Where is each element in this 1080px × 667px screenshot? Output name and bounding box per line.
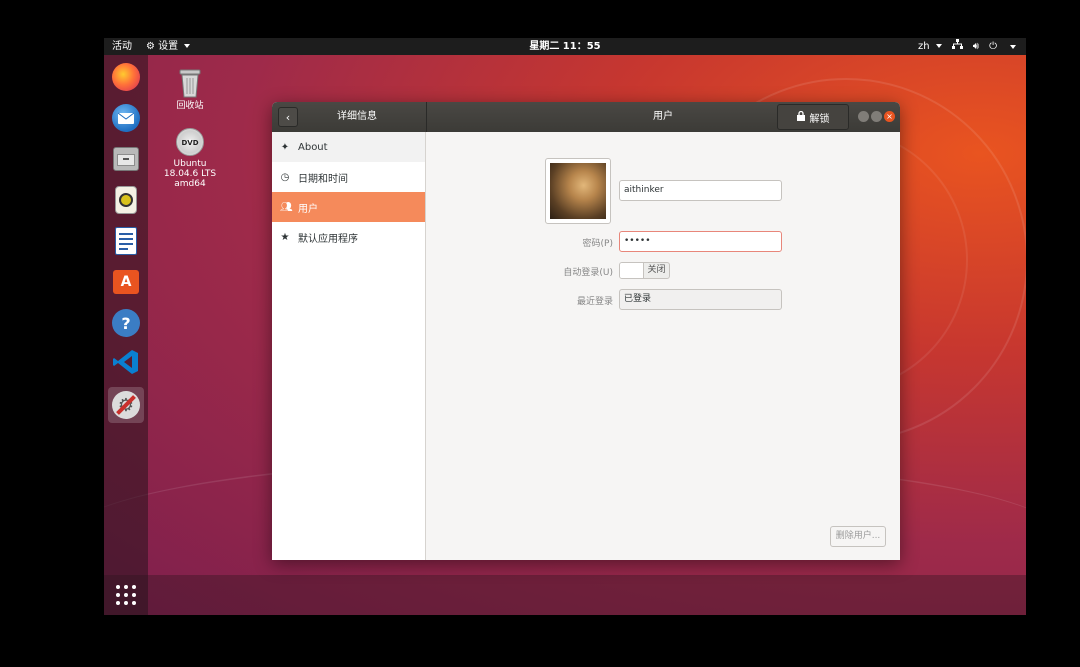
desktop-screen: 活动 ⚙ 设置 星期二 11：55 zh 🔊︎ ⏻ A ? 回收站 DVD Ub… [104, 38, 1026, 615]
remove-user-button[interactable]: 删除用户... [830, 526, 886, 547]
clock-icon: ◷ [280, 171, 290, 183]
power-icon[interactable]: ⏻ [989, 38, 997, 55]
minimize-button[interactable] [858, 111, 869, 122]
username-field[interactable]: aithinker [619, 180, 782, 201]
chevron-left-icon: ‹ [285, 110, 291, 124]
dock-help[interactable]: ? [108, 305, 144, 341]
vscode-icon [112, 348, 140, 380]
autologin-toggle[interactable]: 关闭 [619, 262, 670, 279]
lock-icon [796, 110, 805, 124]
autologin-state: 关闭 [647, 265, 666, 275]
desktop-trash[interactable]: 回收站 [160, 68, 220, 111]
sidebar-item-about[interactable]: ✦ About [272, 132, 425, 162]
input-method-label: zh [917, 41, 930, 52]
dock-rhythmbox[interactable] [108, 182, 144, 218]
back-button[interactable]: ‹ [278, 107, 298, 127]
window-titlebar[interactable]: 详细信息 ‹ 用户 解锁 × [272, 102, 900, 132]
system-menu-chevron-icon[interactable] [1010, 44, 1016, 49]
trash-icon [179, 68, 201, 98]
desktop-dvd[interactable]: DVD Ubuntu 18.04.6 LTS amd64 [160, 128, 220, 189]
unlock-button[interactable]: 解锁 [777, 104, 849, 130]
dock-firefox[interactable] [108, 59, 144, 95]
password-label: 密码(P) [582, 239, 613, 249]
dock-software[interactable]: A [108, 264, 144, 300]
sidebar-item-default-apps[interactable]: ★ 默认应用程序 [272, 222, 425, 252]
sidebar-item-users[interactable]: 👥︎ 用户 [272, 192, 425, 222]
close-button[interactable]: × [884, 111, 895, 122]
libreoffice-writer-icon [115, 227, 137, 255]
settings-window: 详细信息 ‹ 用户 解锁 × ✦ About ◷ 日期和时间 👥︎ 用户 ★ 默… [272, 102, 900, 560]
sidebar-item-label: About [298, 141, 328, 153]
user-avatar[interactable] [545, 158, 611, 224]
close-icon: × [886, 112, 893, 121]
dvd-label-line3: amd64 [174, 179, 206, 189]
last-login-label: 最近登录 [576, 297, 613, 307]
thunderbird-icon [112, 104, 140, 132]
top-bar: 活动 ⚙ 设置 星期二 11：55 zh 🔊︎ ⏻ [104, 38, 1026, 55]
last-login-value[interactable]: 已登录 [619, 289, 782, 310]
input-method-menu[interactable]: zh [918, 38, 942, 55]
autologin-label: 自动登录(U) [563, 268, 613, 278]
trash-label: 回收站 [176, 101, 204, 111]
users-icon: 👥︎ [280, 201, 293, 213]
sidebar-item-label: 日期和时间 [298, 173, 348, 185]
show-applications-button[interactable] [114, 583, 138, 607]
password-field[interactable]: ••••• [619, 231, 782, 252]
chevron-down-icon [935, 44, 942, 48]
dvd-label-line2: 18.04.6 LTS [163, 169, 217, 179]
dvd-icon: DVD [176, 128, 204, 156]
unlock-label: 解锁 [809, 113, 830, 125]
rhythmbox-icon [115, 186, 137, 214]
dock-files[interactable] [108, 141, 144, 177]
sidebar-item-label: 默认应用程序 [298, 233, 358, 245]
network-icon[interactable] [951, 38, 963, 55]
dock-settings[interactable]: ⚙ [108, 387, 144, 423]
bottom-strip [104, 575, 1026, 615]
volume-icon[interactable]: 🔊︎ [973, 38, 979, 55]
dock-vscode[interactable] [108, 346, 144, 382]
star-icon: ★ [280, 231, 290, 243]
dock: A ? ⚙ [104, 55, 148, 615]
users-panel: aithinker 密码(P) ••••• 自动登录(U) 关闭 最近登录 已登… [427, 132, 900, 560]
avatar-image [550, 163, 606, 219]
toggle-knob [620, 263, 644, 278]
star-burst-icon: ✦ [280, 141, 290, 153]
files-icon [113, 147, 139, 171]
software-center-icon: A [113, 270, 139, 294]
sidebar-item-label: 用户 [298, 203, 318, 215]
firefox-icon [112, 63, 140, 91]
sidebar: ✦ About ◷ 日期和时间 👥︎ 用户 ★ 默认应用程序 [272, 132, 426, 560]
dock-writer[interactable] [108, 223, 144, 259]
maximize-button[interactable] [871, 111, 882, 122]
clock[interactable]: 星期二 11：55 [104, 38, 1026, 55]
dock-thunderbird[interactable] [108, 100, 144, 136]
settings-icon: ⚙ [112, 391, 140, 419]
help-icon: ? [112, 309, 140, 337]
dvd-label-line1: Ubuntu [173, 159, 207, 169]
sidebar-item-datetime[interactable]: ◷ 日期和时间 [272, 162, 425, 192]
